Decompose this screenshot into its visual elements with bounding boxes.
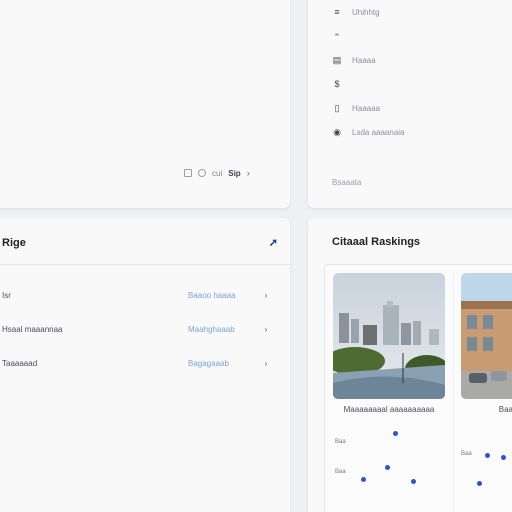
- copy-icon[interactable]: [184, 169, 192, 177]
- top-right-card: ≡ Uhihhtg ⁼ ▤ Haaaa $ ▯ Haaaaa ◉ Lsda aa…: [308, 0, 512, 208]
- data-point: [501, 455, 506, 460]
- action-text[interactable]: cui: [212, 169, 222, 178]
- menu-item[interactable]: ◉ Lsda aaaanaia: [332, 120, 405, 144]
- chevron-right-icon: ›: [264, 324, 268, 334]
- row-label: Taaaaaad: [2, 358, 38, 368]
- menu-item-label: Haaaa: [352, 55, 376, 65]
- city-tile[interactable]: Maaaaaaaal aaaaaaaaaa: [333, 273, 445, 414]
- top-left-card: cui Sip ›: [0, 0, 290, 208]
- menu-item-label: Uhihhtg: [352, 7, 380, 17]
- rankings-card: Citaaal Raskings Maaaaaaaal aaaaaaaaaa B…: [308, 218, 512, 512]
- chevron-right-icon: ›: [264, 290, 268, 300]
- chevron-right-icon[interactable]: ›: [247, 168, 250, 178]
- mini-scatter-chart: Baa: [461, 425, 512, 512]
- menu-item[interactable]: ▤ Haaaa: [332, 48, 405, 72]
- card-actions: cui Sip ›: [184, 168, 250, 178]
- divider: [453, 273, 454, 512]
- tile-caption: Baaaaaaa: [498, 405, 512, 414]
- menu-item[interactable]: ≡ Uhihhtg: [332, 0, 405, 24]
- data-point: [411, 479, 416, 484]
- clock-icon: ◉: [333, 126, 341, 137]
- side-menu: ≡ Uhihhtg ⁼ ▤ Haaaa $ ▯ Haaaaa ◉ Lsda aa…: [332, 0, 405, 144]
- axis-label: Baa: [335, 439, 346, 445]
- row-value: Maahghaaab: [188, 324, 235, 334]
- card-title: Rige: [2, 236, 26, 249]
- axis-label: Baa: [335, 469, 346, 475]
- list-item[interactable]: Taaaaaad Bagagaaab ›: [2, 346, 274, 380]
- data-point: [385, 465, 390, 470]
- tile-caption: Maaaaaaaal aaaaaaaaaa: [343, 405, 435, 414]
- share-icon[interactable]: ➚: [269, 236, 278, 249]
- row-value: Baaoo haaaa: [188, 290, 236, 300]
- page-icon: ▯: [334, 102, 340, 113]
- data-point: [393, 431, 398, 436]
- card-header: Rige ➚: [2, 236, 278, 250]
- row-label: Hsaal maaannaa: [2, 324, 63, 334]
- list-item[interactable]: Isr Baaoo haaaa ›: [2, 278, 274, 312]
- city-tile[interactable]: Baaaaaaa: [461, 273, 512, 414]
- menu-item-label: Lsda aaaanaia: [352, 127, 405, 137]
- lines-icon: ⁼: [334, 30, 340, 41]
- dollar-icon: $: [334, 79, 340, 89]
- row-value: Bagagaaab: [188, 358, 229, 368]
- data-point: [361, 477, 366, 482]
- divider: [0, 264, 290, 265]
- menu-item[interactable]: $: [332, 72, 405, 96]
- menu-item-label: Haaaaa: [352, 103, 381, 113]
- data-point: [485, 453, 490, 458]
- data-point: [477, 481, 482, 486]
- mini-scatter-chart: Baa Baa: [331, 425, 443, 512]
- axis-label: Baa: [461, 451, 472, 457]
- settings-list: Isr Baaoo haaaa › Hsaal maaannaa Maahgha…: [2, 278, 274, 380]
- document-icon: ▤: [332, 54, 342, 65]
- chevron-right-icon: ›: [264, 358, 268, 368]
- card-title: Citaaal Raskings: [332, 236, 421, 248]
- card-footer-link[interactable]: Bsaaata: [332, 178, 361, 187]
- info-icon[interactable]: [198, 169, 206, 177]
- settings-card: Rige ➚ Isr Baaoo haaaa › Hsaal maaannaa …: [0, 218, 290, 512]
- street-image: [461, 273, 512, 399]
- list-icon: ≡: [334, 7, 340, 17]
- menu-item[interactable]: ⁼: [332, 24, 405, 48]
- list-item[interactable]: Hsaal maaannaa Maahghaaab ›: [2, 312, 274, 346]
- row-label: Isr: [2, 290, 11, 300]
- rankings-panel: Maaaaaaaal aaaaaaaaaa Baa Baa Baa Baa: [324, 264, 512, 512]
- city-skyline-image: [333, 273, 445, 399]
- menu-item[interactable]: ▯ Haaaaa: [332, 96, 405, 120]
- action-text-2[interactable]: Sip: [228, 169, 240, 178]
